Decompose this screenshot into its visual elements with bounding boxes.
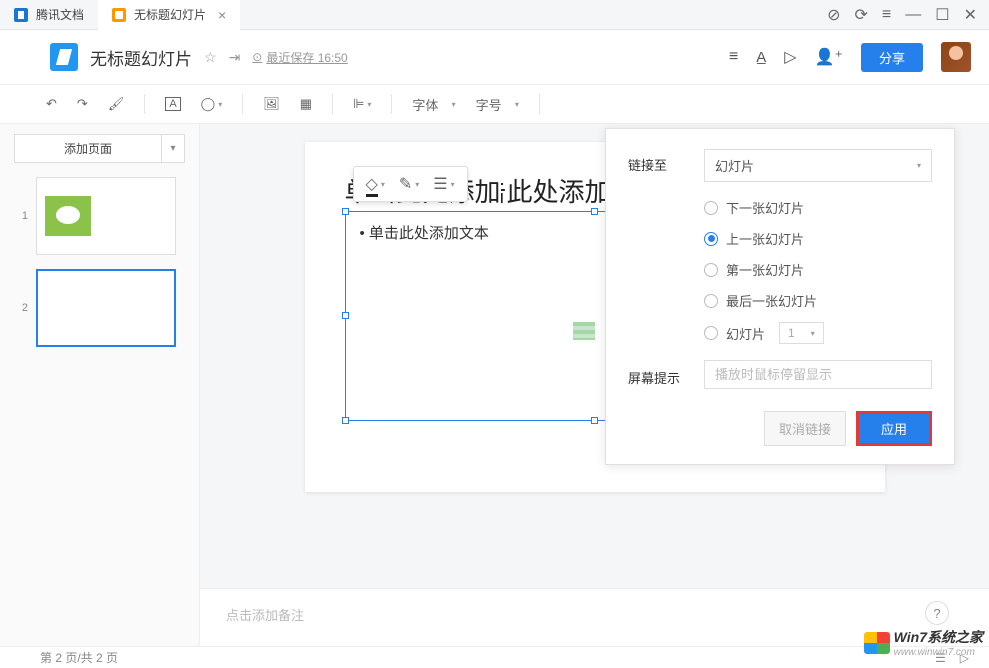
fill-color-button[interactable]: ◇▾ [360,171,391,197]
radio-specific-slide[interactable]: 幻灯片 1▾ [704,322,824,344]
link-target-select[interactable]: 幻灯片 ▾ [704,149,932,182]
page-indicator: 第 2 页/共 2 页 [40,649,118,666]
document-title[interactable]: 无标题幻灯片 [90,45,192,70]
insert-link-panel: 链接至 幻灯片 ▾ 下一张幻灯片 上一张幻灯片 第一张幻灯片 最后一张幻灯片 幻… [605,128,955,465]
text-box-button[interactable]: A [159,93,186,115]
separator [332,94,333,114]
radio-icon [704,263,718,277]
radio-icon [704,201,718,215]
share-button[interactable]: 分享 [861,43,923,72]
header-actions: ≡ A̲ ▷ 👤⁺ 分享 [729,42,971,72]
slide-thumbnail-2[interactable] [36,269,176,347]
maximize-icon[interactable]: ☐ [935,5,949,25]
radio-first-slide[interactable]: 第一张幻灯片 [704,260,824,279]
add-page-group: 添加页面 ▾ [14,134,185,163]
add-page-button[interactable]: 添加页面 [14,134,161,163]
panel-actions: 取消链接 应用 [628,411,932,446]
separator [391,94,392,114]
tab-label: 腾讯文档 [36,6,84,23]
resize-handle[interactable] [342,312,349,319]
format-painter-button[interactable]: 🖌 [102,92,131,116]
refresh-icon[interactable]: ⟳ [855,5,868,25]
radio-next-slide[interactable]: 下一张幻灯片 [704,198,824,217]
minimize-icon[interactable]: — [905,6,921,24]
radio-icon [704,232,718,246]
tab-tencent-docs[interactable]: 腾讯文档 [0,0,98,30]
watermark-title: Win7系统之家 [894,627,983,647]
thumbnail-content-icon [45,196,91,236]
check-icon: ⊙ [252,50,262,64]
slides-icon [112,8,126,22]
help-button[interactable]: ? [925,601,949,625]
undo-button[interactable]: ↶ [40,92,63,116]
user-avatar[interactable] [941,42,971,72]
resize-handle[interactable] [342,417,349,424]
calendar-icon [573,322,595,340]
play-icon[interactable]: ▷ [784,47,796,67]
slide-thumbnails-panel: 添加页面 ▾ 1 2 [0,124,200,646]
close-icon[interactable]: × [218,7,226,23]
star-icon[interactable]: ☆ [204,49,217,66]
close-window-icon[interactable]: ✕ [964,5,977,25]
separator [144,94,145,114]
block-icon[interactable]: ⊘ [827,5,840,25]
thumbnail-row-1[interactable]: 1 [14,177,185,255]
floating-format-toolbar: ◇▾ ✎▾ ☰▾ [353,166,468,202]
tab-label: 无标题幻灯片 [134,6,206,23]
folder-move-icon[interactable]: ⇥ [229,49,241,66]
autosave-status[interactable]: ⊙ 最近保存 16:50 [252,49,347,66]
align-button[interactable]: ⊫▾ [347,92,377,116]
radio-icon [704,294,718,308]
tab-bar: 腾讯文档 无标题幻灯片 × ⊘ ⟳ ≡ — ☐ ✕ [0,0,989,30]
slide-number-select[interactable]: 1▾ [779,322,824,344]
apply-button[interactable]: 应用 [856,411,932,446]
radio-prev-slide[interactable]: 上一张幻灯片 [704,229,824,248]
app-logo-icon[interactable] [50,43,78,71]
separator [242,94,243,114]
add-user-icon[interactable]: 👤⁺ [815,47,843,67]
screen-tip-label: 屏幕提示 [628,362,688,387]
menu-icon[interactable]: ≡ [882,6,891,24]
font-family-select[interactable]: 字体 ▾ [406,91,461,118]
image-button[interactable]: 🖼 [257,92,286,116]
text-style-icon[interactable]: A̲ [756,49,766,66]
format-toolbar: ↶ ↷ 🖌 A ◯▾ 🖼 ▦ ⊫▾ 字体 ▾ 字号 ▾ [0,84,989,124]
resize-handle[interactable] [591,417,598,424]
slide-number: 2 [14,302,28,314]
font-size-select[interactable]: 字号 ▾ [470,91,525,118]
notes-placeholder: 点击添加备注 [226,608,304,623]
radio-last-slide[interactable]: 最后一张幻灯片 [704,291,824,310]
tab-current-doc[interactable]: 无标题幻灯片 × [98,0,240,30]
slide-link-radio-group: 下一张幻灯片 上一张幻灯片 第一张幻灯片 最后一张幻灯片 幻灯片 1▾ [704,198,824,344]
border-button[interactable]: ✎▾ [393,171,425,197]
table-button[interactable]: ▦ [294,92,318,116]
resize-handle[interactable] [342,208,349,215]
screen-tip-input[interactable] [704,360,932,389]
thumbnail-row-2[interactable]: 2 [14,269,185,347]
cancel-link-button[interactable]: 取消链接 [764,411,846,446]
document-header: 无标题幻灯片 ☆ ⇥ ⊙ 最近保存 16:50 ≡ A̲ ▷ 👤⁺ 分享 [0,30,989,84]
status-bar: 第 2 页/共 2 页 ☰ ▷ [0,646,989,668]
link-to-label: 链接至 [628,149,688,174]
add-page-dropdown[interactable]: ▾ [161,134,185,163]
watermark-logo-icon [864,632,890,654]
outline-icon[interactable]: ≡ [729,48,738,66]
window-controls: ⊘ ⟳ ≡ — ☐ ✕ [827,5,989,25]
tencent-docs-icon [14,8,28,22]
watermark: Win7系统之家 www.winwin7.com [864,627,983,658]
redo-button[interactable]: ↷ [71,92,94,116]
arrange-button[interactable]: ☰▾ [427,171,460,197]
slide-thumbnail-1[interactable] [36,177,176,255]
chevron-down-icon: ▾ [917,161,921,170]
watermark-url: www.winwin7.com [894,647,983,658]
separator [539,94,540,114]
radio-icon [704,326,718,340]
slide-number: 1 [14,210,28,222]
resize-handle[interactable] [591,208,598,215]
shape-button[interactable]: ◯▾ [195,92,229,116]
